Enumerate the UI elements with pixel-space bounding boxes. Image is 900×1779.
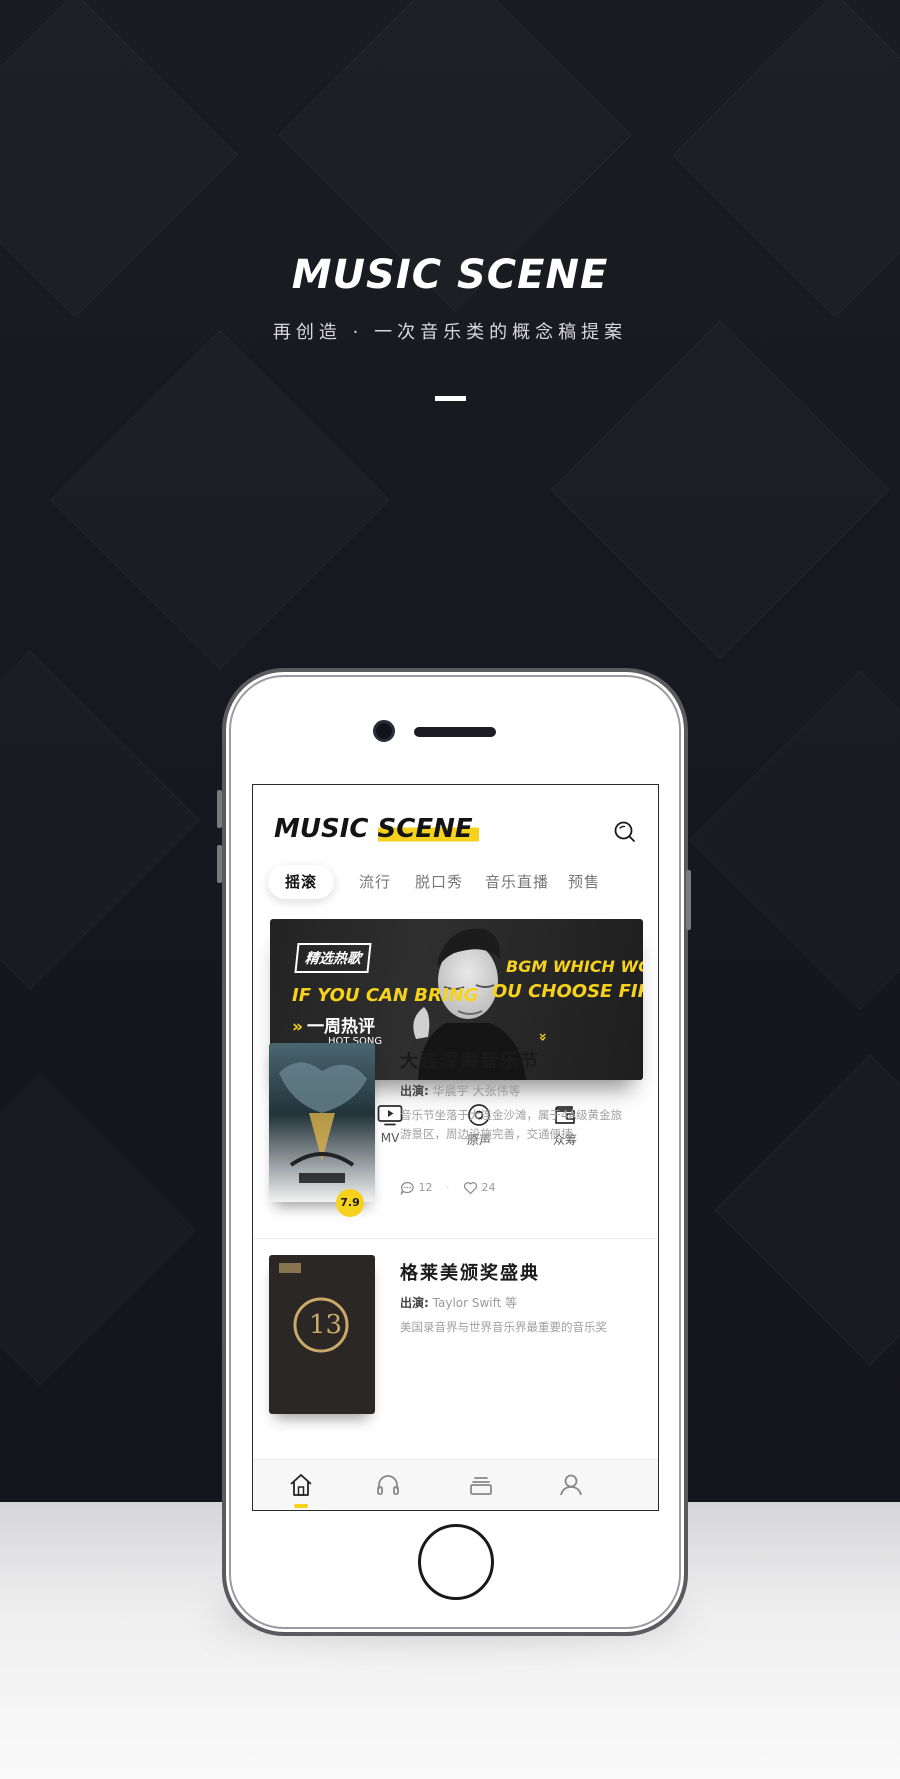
event-cast-names: Taylor Swift 等 [432,1296,518,1310]
backdrop-tile [0,1074,196,1385]
event-cast: 出演: 华晨宇 大张伟等 [400,1082,520,1099]
hero-divider [435,396,466,401]
event-stats: 12 · 24 [400,1179,496,1197]
hero-title: MUSIC SCENE [291,252,609,298]
headphones-icon [377,1475,399,1495]
stack-icon [470,1477,492,1495]
category-tabs: 摇滚 流行 脱口秀 音乐直播 预售 [253,865,658,905]
banner-subheadline: » 一周热评 [292,1012,375,1037]
event-cast-names: 华晨宇 大张伟等 [432,1084,521,1098]
search-button[interactable] [612,819,638,845]
event-score-badge: 7.9 [336,1189,364,1217]
event-cast-label: 出演: [400,1084,429,1098]
tab-talkshow[interactable]: 脱口秀 [415,865,463,899]
comment-count: 12 [418,1181,433,1194]
backdrop-tile [690,670,900,1009]
event-cover [269,1043,375,1202]
logo-word-music: MUSIC [274,814,369,844]
banner-tag: 精选热歌 [294,943,372,973]
event-cast-label: 出演: [400,1296,429,1310]
bottom-navigation [253,1459,658,1510]
event-title: 大连深海音乐节 [400,1051,540,1072]
event-cover-image [269,1043,375,1202]
nav-home[interactable] [286,1470,316,1500]
app-logo: MUSIC SCENE [274,814,479,844]
search-icon [614,821,635,842]
tab-rock[interactable]: 摇滚 [268,865,335,899]
chevron-down-icon: » [534,1032,551,1042]
banner-right-headline: BGM WHICH WOULD [506,957,643,976]
tab-pop[interactable]: 流行 [359,865,391,899]
phone-power-button [686,870,691,930]
nav-listen[interactable] [373,1470,403,1500]
user-icon [560,1474,582,1496]
event-cover: 13 [269,1255,375,1414]
hero-subtitle: 再创造 · 一次音乐类的概念稿提案 [272,322,628,343]
chevron-right-icon: » [292,1017,303,1037]
home-icon [290,1474,312,1496]
event-description: 美国录音界与世界音乐界最重要的音乐奖 [400,1320,607,1334]
nav-library[interactable] [466,1470,496,1500]
like-count: 24 [481,1181,496,1194]
backdrop-tile [50,330,389,669]
banner-subheadline-text: 一周热评 [306,1017,375,1037]
phone-home-button[interactable] [418,1524,494,1600]
nav-active-indicator [294,1504,308,1508]
banner-headline: IF YOU CAN BRING [292,985,479,1006]
event-cover-image: 13 [269,1255,375,1414]
phone-volume-button [217,790,222,828]
event-title: 格莱美颁奖盛典 [400,1263,540,1284]
event-cast: 出演: Taylor Swift 等 [400,1294,517,1311]
phone-speaker [414,727,496,737]
tab-live-music[interactable]: 音乐直播 [485,865,549,899]
phone-volume-button [217,845,222,883]
app-header: MUSIC SCENE [253,785,658,865]
list-divider [253,1238,658,1239]
comment-icon[interactable] [400,1181,415,1196]
nav-profile[interactable] [556,1470,586,1500]
logo-word-scene: SCENE [377,814,479,844]
phone-camera [373,720,395,742]
backdrop-tile [0,650,200,989]
backdrop-tile [550,320,889,659]
heart-icon[interactable] [463,1181,478,1195]
event-description: 音乐节坐落于大连金沙滩，属于4A级黄金旅游景区，周边设施完善，交通便捷 [400,1108,623,1141]
svg-text:13: 13 [309,1310,342,1340]
stats-separator: · [446,1181,450,1194]
banner-right-subheadline: OU CHOOSE FIRST [492,981,643,1002]
tab-presale[interactable]: 预售 [568,865,600,899]
app-screen: MUSIC SCENE 摇滚 流行 脱口秀 音乐直播 预售 精选热歌 IF YO… [252,784,659,1511]
backdrop-tile [714,1054,900,1365]
